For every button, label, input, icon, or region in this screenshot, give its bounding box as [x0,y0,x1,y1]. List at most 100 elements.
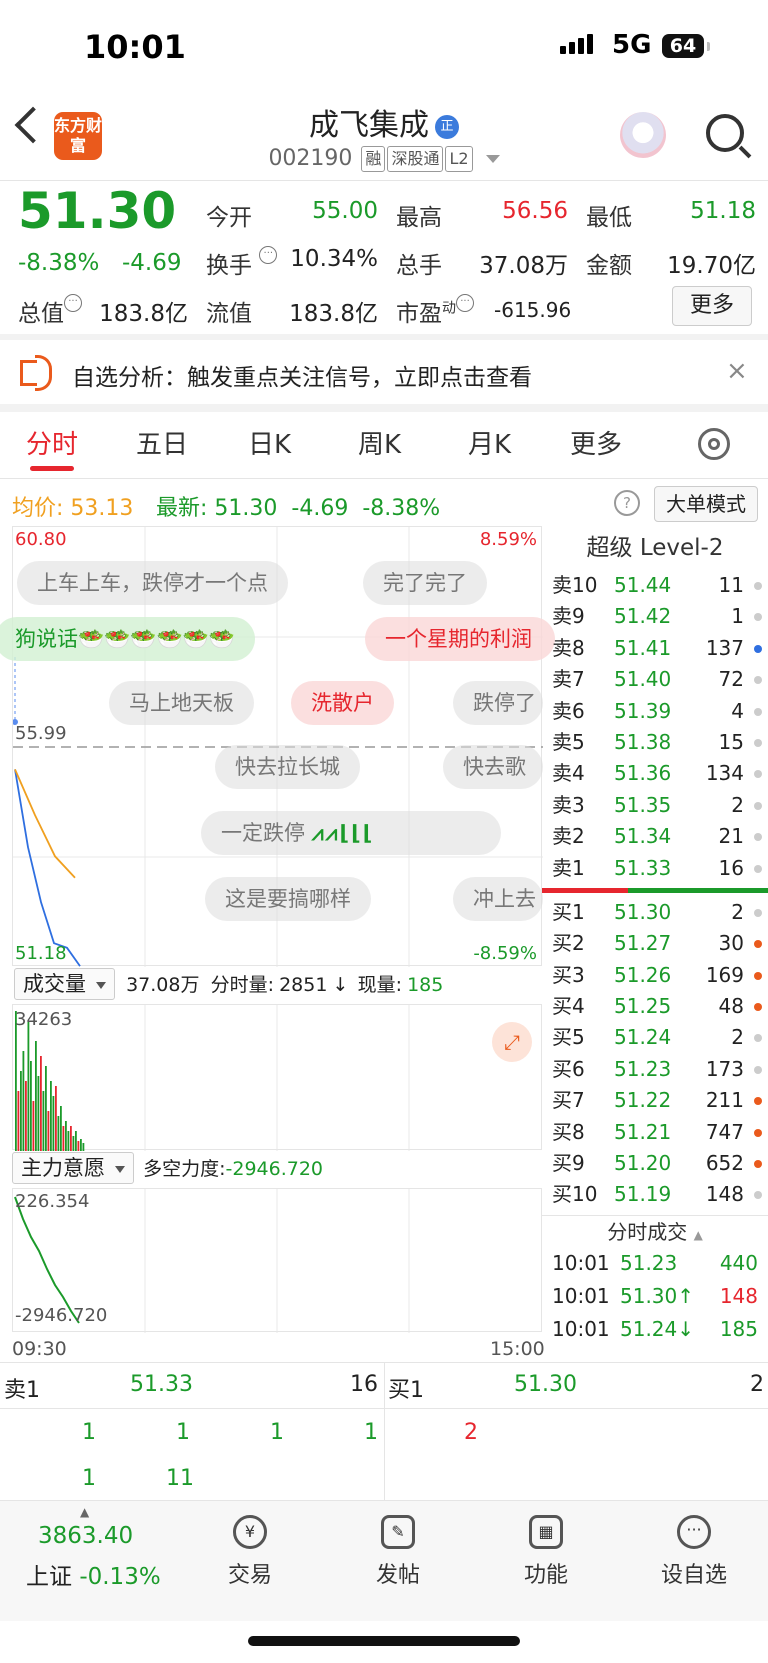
ask-row[interactable]: 卖7 51.40 72 [542,664,768,695]
bid-row[interactable]: 买8 51.21 747 [542,1117,768,1148]
level-label: 买6 [552,1056,585,1081]
trade-price: 51.23 [620,1250,678,1275]
chart-min-price: 51.18 [15,943,67,964]
danmu-comment[interactable]: 跌停了 [453,681,543,725]
tab-5day[interactable]: 五日 [136,424,188,461]
mainforce-chart[interactable]: 226.354 -2946.720 [12,1188,542,1333]
trade-time: 10:01 [552,1283,610,1308]
chevron-up-icon[interactable]: ▲ [80,1505,89,1519]
ask-row[interactable]: 卖1 51.33 16 [542,853,768,884]
network-type: 5G [612,30,652,60]
chevron-down-icon[interactable] [485,155,500,163]
tab-monthly-k[interactable]: 月K [468,424,511,461]
bid-row[interactable]: 买9 51.20 652 [542,1148,768,1179]
level-volume: 21 [718,824,744,849]
intraday-chart[interactable]: 上车上车，跌停才一个点 完了完了 狗说话🥗🥗🥗🥗🥗🥗 一个星期的利润 马上地天板… [0,526,555,967]
bid-row[interactable]: 买7 51.22 211 [542,1085,768,1116]
amount-value: 19.70亿 [667,253,756,279]
bid-row[interactable]: 买4 51.25 48 [542,991,768,1022]
chart-max-price: 60.80 [15,529,67,550]
danmu-comment[interactable]: 上车上车，跌停才一个点 [17,561,288,605]
chart-max-pct: 8.59% [479,529,537,550]
more-info-icon[interactable]: ··· [456,294,474,312]
bid-row[interactable]: 买1 51.30 2 [542,897,768,928]
index-name-change[interactable]: 上证 -0.13% [26,1557,161,1591]
alert-text[interactable]: 自选分析：触发重点关注信号，立即点击查看 [72,358,532,392]
trade-price: 51.24↓ [620,1316,695,1341]
nav-add-watchlist[interactable]: ··· 设自选 [634,1515,754,1589]
divider [0,478,768,479]
buy1-vol: 2 [750,1372,764,1397]
nav-trade[interactable]: ¥ 交易 [190,1515,310,1589]
close-icon[interactable]: × [726,356,748,386]
volume-bar [65,1121,67,1151]
current-price: 51.30 [18,182,177,240]
volume-bar [67,1131,70,1151]
danmu-comment[interactable]: 狗说话🥗🥗🥗🥗🥗🥗 [0,617,255,661]
bid-row[interactable]: 买3 51.26 169 [542,960,768,991]
indicator-selector[interactable]: 主力意愿 [12,1152,134,1184]
volume-svg [15,1005,410,1151]
danmu-comment[interactable]: 冲上去 [453,877,543,921]
bid-row[interactable]: 买6 51.23 173 [542,1054,768,1085]
level-price: 51.26 [614,962,672,987]
level-volume: 211 [705,1088,744,1113]
level-volume: 2 [731,792,744,817]
order-dot-icon [754,833,762,842]
volume-bar [15,1011,17,1151]
nav-functions[interactable]: ▦ 功能 [486,1515,606,1589]
ask-row[interactable]: 卖2 51.34 21 [542,821,768,852]
indicator-selector[interactable]: 成交量 [14,968,115,1000]
danmu-comment[interactable]: 这是要搞哪样 [205,877,371,921]
tab-fenshi[interactable]: 分时 [26,424,78,461]
expand-icon[interactable]: ⤢ [492,1022,532,1062]
danmu-comment[interactable]: 一个星期的利润 [365,617,555,661]
big-order-mode-button[interactable]: 大单模式 [654,486,758,522]
danmu-comment[interactable]: 快去歌 [443,745,543,789]
order-dot-icon [754,582,762,590]
level-label: 买8 [552,1119,585,1144]
ask-row[interactable]: 卖3 51.35 2 [542,790,768,821]
danmu-comment[interactable]: 快去拉长城 [215,745,360,789]
pe-label: 市盈动 ··· [396,294,474,328]
bid-row[interactable]: 买5 51.24 2 [542,1022,768,1053]
level-label: 卖4 [552,761,585,786]
ask-row[interactable]: 卖4 51.36 134 [542,758,768,789]
tag-margin: 融 [361,146,386,172]
nav-post[interactable]: ✎ 发帖 [338,1515,458,1589]
more-info-icon[interactable]: ··· [259,246,278,264]
ask-row[interactable]: 卖10 51.44 11 [542,570,768,601]
level-price: 51.41 [614,635,672,660]
ask-row[interactable]: 卖8 51.41 137 [542,633,768,664]
search-icon[interactable] [706,114,744,152]
ask-row[interactable]: 卖5 51.38 15 [542,727,768,758]
robot-avatar[interactable] [620,112,666,158]
verified-badge-icon: 正 [435,114,459,139]
bid-row[interactable]: 买10 51.19 148 [542,1179,768,1210]
ask-row[interactable]: 卖6 51.39 4 [542,696,768,727]
gear-icon[interactable] [698,428,730,460]
danmu-comment[interactable]: 马上地天板 [109,681,254,725]
tab-daily-k[interactable]: 日K [248,424,291,461]
level-volume: 134 [705,761,744,786]
trades-title[interactable]: 分时成交 ▲ [542,1216,768,1248]
danmu-comment[interactable]: 一定跌停 ⩘⩘⌊⌊⌊ [201,811,501,855]
more-info-icon[interactable]: ··· [64,294,82,312]
order-dot-icon [754,738,762,747]
turnover-value: 10.34% [290,246,378,272]
volume-chart[interactable]: 34263 [12,1004,542,1151]
help-icon[interactable]: ? [614,490,640,516]
ask-row[interactable]: 卖9 51.42 1 [542,601,768,632]
tab-more[interactable]: 更多 [570,424,622,461]
sell-queue-item: 1 [82,1466,96,1491]
danmu-comment[interactable]: 洗散户 [291,681,394,725]
volume-bar [57,1116,60,1151]
tab-weekly-k[interactable]: 周K [358,424,401,461]
buy-queue-item: 2 [464,1420,478,1445]
danmu-comment[interactable]: 完了完了 [363,561,487,605]
level-label: 买10 [552,1182,598,1207]
more-button[interactable]: 更多 [672,286,752,326]
order-dot-icon [754,770,762,779]
index-value[interactable]: 3863.40 [38,1523,133,1549]
bid-row[interactable]: 买2 51.27 30 [542,928,768,959]
